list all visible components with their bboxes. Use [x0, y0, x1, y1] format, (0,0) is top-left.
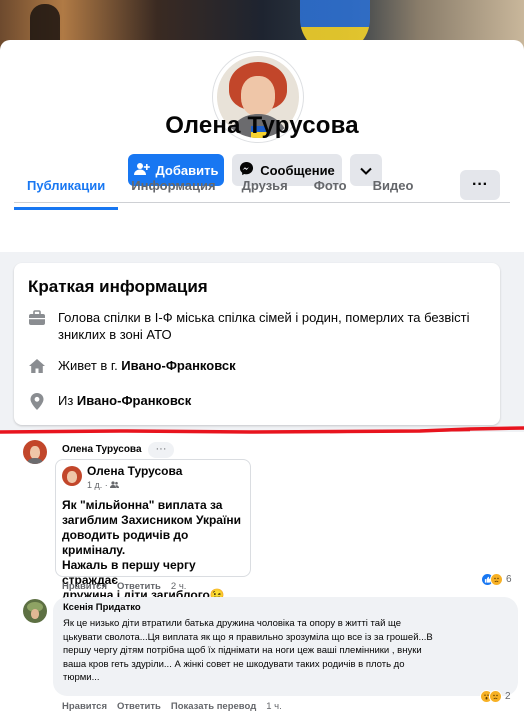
comment-time[interactable]: 2 ч. [171, 581, 187, 592]
sad-reaction-icon [489, 690, 502, 703]
shared-post-line: загиблим Захисником України [62, 513, 241, 527]
shared-post-author[interactable]: Олена Турусова [87, 464, 182, 478]
briefcase-icon [28, 309, 46, 327]
comment-line: цькувати сволота...Ця виплата як що я пр… [63, 631, 433, 643]
intro-from-row: Из Ивано-Франковск [28, 392, 191, 410]
friends-audience-icon [110, 480, 120, 490]
tab-friends[interactable]: Друзья [229, 166, 301, 204]
shared-post-avatar-face [67, 471, 77, 483]
comment-actions: Нравится Ответить 2 ч. [62, 581, 186, 592]
like-link[interactable]: Нравится [62, 581, 107, 592]
intro-title: Краткая информация [28, 277, 208, 296]
tab-about[interactable]: Информация [118, 166, 228, 204]
intro-lives-text: Живет в г. Ивано-Франковск [58, 357, 236, 375]
comment-line: ваша кров геть здуріли... А жінкі совет … [63, 658, 405, 670]
intro-work-line1: Голова спілки в І-Ф міська спілка сімей … [58, 310, 470, 325]
intro-from-prefix: Из [58, 393, 77, 408]
tab-photos[interactable]: Фото [301, 166, 360, 204]
comment-avatar-body [26, 458, 44, 464]
home-icon [28, 357, 46, 375]
sad-reaction-icon [490, 573, 503, 586]
comment-line: Як це низько діти втратили батька дружин… [63, 618, 402, 629]
shared-post-avatar[interactable] [62, 466, 82, 486]
screenshot: Олена Турусова Добавить Сообщение Публик… [0, 0, 524, 720]
comment-author[interactable]: Олена Турусова [62, 444, 142, 455]
comment-avatar[interactable] [23, 440, 47, 464]
intro-work-line2: зниклих в зоні АТО [58, 327, 172, 342]
shared-post-meta: 1 д. · [87, 480, 120, 490]
comment-line: першу чергу дітям потрібна щоб їх піднім… [63, 645, 422, 657]
reaction-count: 6 [506, 574, 512, 585]
comment-avatar-face [31, 609, 39, 619]
comment-author[interactable]: Ксенія Придатко [63, 602, 141, 613]
like-link[interactable]: Нравится [62, 701, 107, 712]
reaction-count: 2 [505, 691, 511, 702]
intro-work-row: Голова спілки в І-Ф міська спілка сімей … [28, 309, 469, 343]
shared-post-time[interactable]: 1 д. · [87, 480, 110, 490]
tabs-more-button[interactable]: ··· [460, 170, 500, 200]
comment-line: тюрми... [63, 672, 100, 684]
location-pin-icon [28, 392, 46, 410]
comment-options-button[interactable]: ··· [148, 442, 174, 458]
comment-bubble: Ксенія Придатко Як це низько діти втрати… [53, 597, 518, 696]
comment-reactions[interactable]: 2 [480, 690, 511, 703]
tab-videos[interactable]: Видео [360, 166, 427, 204]
intro-lives-row: Живет в г. Ивано-Франковск [28, 357, 236, 375]
shared-post-card[interactable]: Олена Турусова 1 д. · Як "мільйонна" вип… [55, 459, 251, 602]
shared-post-line: Як "мільйонна" виплата за [62, 498, 223, 512]
comment-reactions[interactable]: 6 [481, 573, 512, 586]
profile-tabs: Публикации Информация Друзья Фото Видео [14, 166, 427, 210]
comment-actions: Нравится Ответить Показать перевод 1 ч. [62, 701, 282, 712]
intro-card: Краткая информация Голова спілки в І-Ф м… [14, 263, 500, 425]
intro-work-text: Голова спілки в І-Ф міська спілка сімей … [58, 309, 469, 343]
comment-avatar[interactable] [23, 599, 47, 623]
intro-lives-prefix: Живет в г. [58, 358, 122, 373]
tab-posts[interactable]: Публикации [14, 166, 119, 210]
comment-time[interactable]: 1 ч. [266, 701, 282, 712]
red-divider-line [0, 426, 524, 434]
profile-name: Олена Турусова [165, 112, 359, 139]
more-dots-icon: ··· [472, 176, 488, 193]
reply-link[interactable]: Ответить [117, 701, 161, 712]
comment-text: Як це низько діти втратили батька дружин… [63, 617, 513, 685]
intro-from-text: Из Ивано-Франковск [58, 392, 191, 410]
profile-header: Олена Турусова Добавить Сообщение [0, 40, 524, 260]
intro-lives-city[interactable]: Ивано-Франковск [121, 358, 235, 373]
shared-post-line: доводить родичів до криміналу. [62, 528, 189, 557]
show-translation-link[interactable]: Показать перевод [171, 701, 256, 712]
avatar-face [241, 76, 275, 116]
intro-from-city[interactable]: Ивано-Франковск [77, 393, 191, 408]
reply-link[interactable]: Ответить [117, 581, 161, 592]
